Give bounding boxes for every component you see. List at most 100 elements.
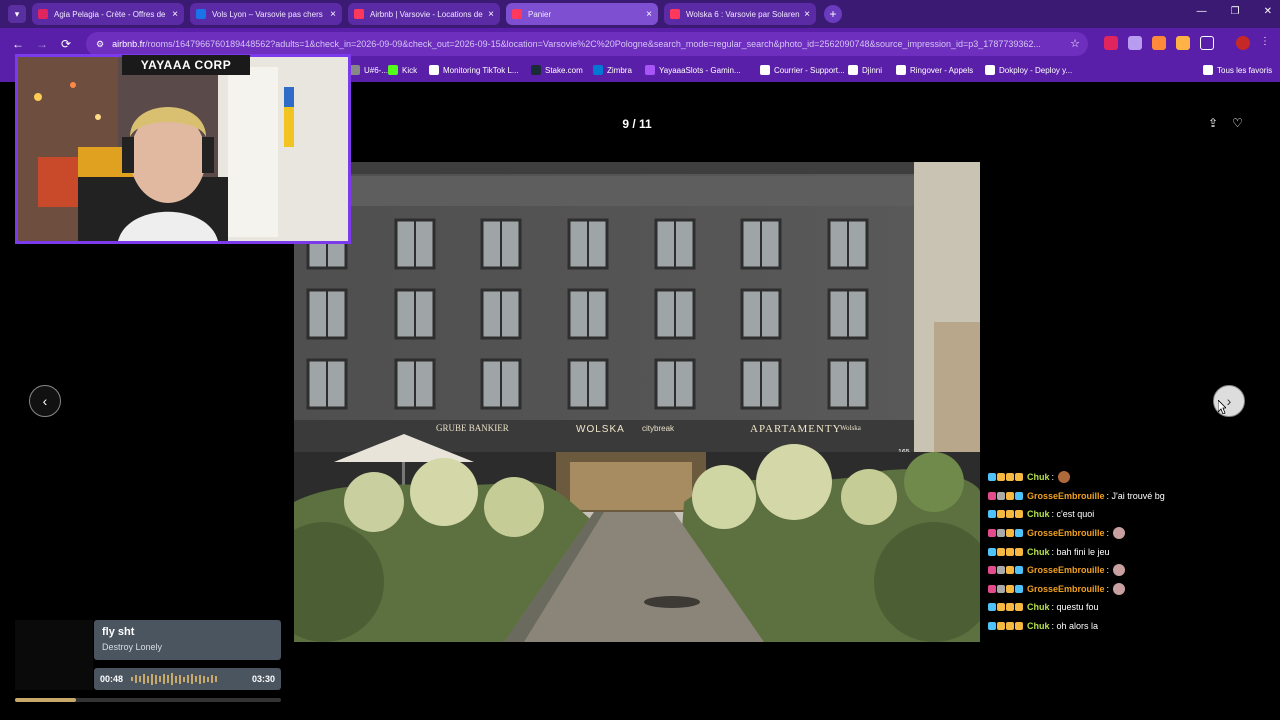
webcam-overlay	[15, 54, 351, 244]
bookmark-item[interactable]: Monitoring TikTok L...	[429, 65, 519, 75]
close-tab-icon[interactable]: ×	[804, 9, 810, 20]
chat-username[interactable]: GrosseEmbrouille	[1027, 565, 1105, 575]
chat-username[interactable]: Chuk	[1027, 509, 1050, 519]
maximize-button[interactable]: ❐	[1231, 6, 1240, 17]
tab-bar: ▾ Agia Pelagia - Crète - Offres de × Vols …	[0, 0, 1280, 28]
badge-icon	[997, 510, 1005, 519]
bookmark-item[interactable]: Ringover - Appels	[896, 65, 973, 75]
chat-username[interactable]: Chuk	[1027, 602, 1050, 612]
waveform-bar	[191, 674, 194, 684]
bookmark-item[interactable]: Tous les favoris	[1203, 65, 1272, 75]
tab-favicon	[196, 9, 206, 19]
bookmark-star-icon[interactable]: ☆	[1070, 37, 1080, 50]
browser-tab[interactable]: Panier ×	[506, 3, 658, 25]
bookmark-label: YayaaaSlots - Gamin...	[659, 65, 741, 75]
minimize-button[interactable]: —	[1197, 6, 1207, 17]
badge-icon	[997, 566, 1005, 575]
tab-label: Agia Pelagia - Crète - Offres de	[54, 9, 166, 19]
emote-icon	[1113, 582, 1126, 595]
chat-username[interactable]: Chuk	[1027, 621, 1050, 631]
address-bar[interactable]: ⚙ airbnb.fr/rooms/1647966760189448562?ad…	[86, 32, 1088, 56]
badge-icon	[988, 566, 996, 575]
bookmark-item[interactable]: Dokploy - Deploy y...	[985, 65, 1072, 75]
now-playing: fly sht Destroy Lonely	[94, 620, 281, 660]
badge-icon	[997, 603, 1005, 612]
menu-dots-icon[interactable]: ⋮	[1260, 36, 1274, 50]
song-title: fly sht	[102, 626, 135, 638]
bookmark-item[interactable]: Kick	[388, 65, 417, 75]
song-artist: Destroy Lonely	[102, 642, 163, 652]
window-controls: — ❐ ✕	[1197, 6, 1272, 17]
photo-counter: 9 / 11	[622, 117, 652, 131]
bookmark-label: Djinni	[862, 65, 883, 75]
chat-username[interactable]: Chuk	[1027, 472, 1050, 482]
chat-badges	[988, 584, 1023, 593]
bookmark-item[interactable]: Zimbra	[593, 65, 632, 75]
back-button[interactable]: ←	[6, 37, 30, 51]
bookmark-label: Stake.com	[545, 65, 583, 75]
tab-search-button[interactable]: ▾	[8, 5, 26, 23]
tab-favicon	[512, 9, 522, 19]
chat-badges	[988, 473, 1023, 482]
emote-icon	[1058, 471, 1071, 484]
badge-icon	[1006, 510, 1014, 519]
chat-text: : bah fini le jeu	[1051, 546, 1110, 557]
tab-label: Wolska 6 : Varsovie par Solaren	[686, 9, 800, 19]
chat-badges	[988, 547, 1023, 556]
chat-badges	[988, 510, 1023, 519]
new-tab-button[interactable]: +	[824, 5, 842, 23]
reload-button[interactable]: ⟳	[54, 37, 78, 51]
browser-tab[interactable]: Agia Pelagia - Crète - Offres de ×	[32, 3, 184, 25]
site-info-icon[interactable]: ⚙	[96, 39, 104, 50]
total-time: 03:30	[251, 674, 275, 684]
bookmark-favicon	[896, 65, 906, 75]
badge-icon	[1006, 622, 1014, 631]
avatar[interactable]	[1236, 36, 1250, 50]
badge-icon	[997, 584, 1005, 593]
chat-text: : oh alors la	[1051, 621, 1099, 632]
badge-icon	[988, 473, 996, 482]
close-tab-icon[interactable]: ×	[330, 9, 336, 20]
bookmark-item[interactable]: Courrier - Support...	[760, 65, 845, 75]
tab-label: Airbnb | Varsovie - Locations de	[370, 9, 483, 19]
forward-button[interactable]: →	[30, 37, 54, 51]
previous-photo-button[interactable]: ‹	[29, 385, 61, 417]
chat-username[interactable]: Chuk	[1027, 547, 1050, 557]
bookmark-item[interactable]: YayaaaSlots - Gamin...	[645, 65, 741, 75]
extension-icon[interactable]	[1152, 36, 1166, 50]
chat-text: : questu fou	[1051, 602, 1099, 613]
close-tab-icon[interactable]: ×	[646, 9, 652, 20]
url-path: /rooms/1647966760189448562?adults=1&chec…	[145, 39, 1041, 49]
chat-text: :	[1106, 583, 1110, 594]
bookmark-item[interactable]: Stake.com	[531, 65, 583, 75]
chat-username[interactable]: GrosseEmbrouille	[1027, 528, 1105, 538]
badge-icon	[1015, 473, 1023, 482]
url-host: airbnb.fr	[112, 39, 146, 49]
heart-icon[interactable]: ♡	[1232, 116, 1243, 130]
badge-icon	[988, 547, 996, 556]
badge-icon	[997, 491, 1005, 500]
extension-icon[interactable]	[1104, 36, 1118, 50]
bookmark-item[interactable]: U#6-...	[350, 65, 388, 75]
listing-photo: GRUBE BANKIER WOLSKA citybreak APARTAMEN…	[294, 162, 980, 642]
extension-icon[interactable]	[1128, 36, 1142, 50]
extension-icon[interactable]	[1176, 36, 1190, 50]
tab-favicon	[354, 9, 364, 19]
browser-tab[interactable]: Vols Lyon – Varsovie pas chers ×	[190, 3, 342, 25]
chat-message: Chuk: oh alors la	[988, 617, 1248, 636]
close-tab-icon[interactable]: ×	[172, 9, 178, 20]
bookmark-item[interactable]: Djinni	[848, 65, 882, 75]
close-tab-icon[interactable]: ×	[488, 9, 494, 20]
chat-username[interactable]: GrosseEmbrouille	[1027, 491, 1105, 501]
browser-tab[interactable]: Airbnb | Varsovie - Locations de ×	[348, 3, 500, 25]
close-window-button[interactable]: ✕	[1264, 6, 1272, 17]
emote-icon	[1113, 527, 1126, 540]
browser-tab[interactable]: Wolska 6 : Varsovie par Solaren ×	[664, 3, 816, 25]
chat-message: GrosseEmbrouille:	[988, 580, 1248, 599]
badge-icon	[1006, 473, 1014, 482]
chat-text: : J'ai trouvé bg	[1106, 490, 1165, 501]
current-time: 00:48	[100, 674, 124, 684]
share-icon[interactable]: ⇪	[1208, 116, 1218, 130]
puzzle-icon[interactable]	[1200, 36, 1214, 50]
chat-username[interactable]: GrosseEmbrouille	[1027, 584, 1105, 594]
